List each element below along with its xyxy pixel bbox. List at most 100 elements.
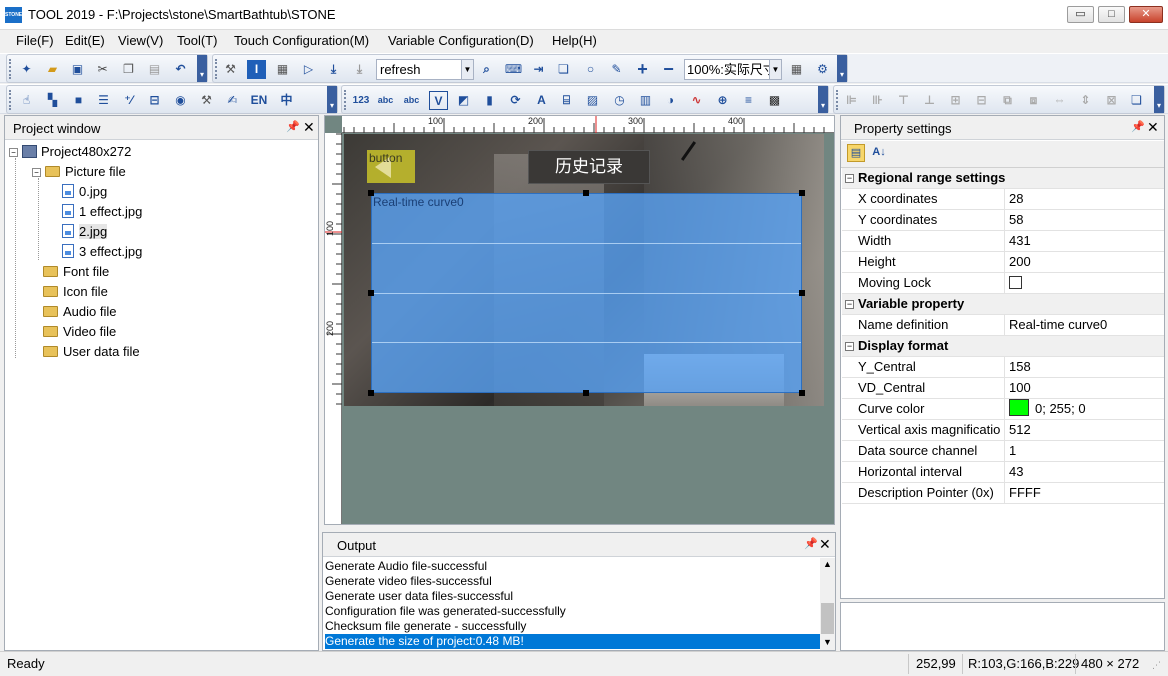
tree-root[interactable]: − Project480x272	[9, 142, 131, 162]
tree-folder[interactable]: Audio file	[43, 302, 116, 322]
zoom-in-icon[interactable]: +	[633, 60, 652, 79]
chevron-down-icon[interactable]: ▼	[461, 60, 473, 79]
resize-handle[interactable]	[368, 290, 374, 296]
gauge-icon[interactable]: ◑	[661, 91, 680, 110]
toolbar-overflow-icon[interactable]: ▾	[197, 55, 207, 82]
curve-icon[interactable]: ∿	[687, 91, 706, 110]
copy-icon[interactable]: ❐	[119, 60, 138, 79]
menu-tool[interactable]: Tool(T)	[177, 33, 217, 48]
wrench-icon[interactable]: ⚒	[197, 91, 216, 110]
tools-icon[interactable]: ⚒	[221, 60, 240, 79]
minimize-button[interactable]: ▭	[1067, 6, 1094, 23]
toolbar-grip[interactable]	[344, 90, 347, 110]
number-display-icon[interactable]: 123	[350, 91, 372, 110]
search-page-icon[interactable]: ⌕	[477, 60, 496, 79]
curve-color-swatch[interactable]	[1009, 399, 1029, 416]
tree-folder[interactable]: User data file	[43, 342, 140, 362]
property-value[interactable]: 431	[1004, 231, 1164, 251]
menu-help[interactable]: Help(H)	[552, 33, 597, 48]
resize-grip-icon[interactable]: ⋰	[1152, 660, 1161, 671]
property-row[interactable]: Horizontal interval 43	[842, 462, 1164, 483]
property-category[interactable]: − Variable property	[842, 294, 1164, 315]
scroll-up-icon[interactable]: ▲	[823, 559, 832, 569]
property-row[interactable]: Height 200	[842, 252, 1164, 273]
chevron-down-icon[interactable]: ▼	[769, 60, 781, 79]
real-time-curve-widget[interactable]: Real-time curve0	[371, 193, 802, 393]
collapse-icon[interactable]: −	[9, 148, 18, 157]
collapse-icon[interactable]: −	[32, 168, 41, 177]
toolbar-grip[interactable]	[9, 59, 12, 79]
resize-handle[interactable]	[799, 290, 805, 296]
tree-file-selected[interactable]: 2.jpg	[62, 222, 108, 242]
open-folder-icon[interactable]: ▰	[43, 60, 62, 79]
resize-handle[interactable]	[583, 390, 589, 396]
property-row[interactable]: Width 431	[842, 231, 1164, 252]
toolbar-grip[interactable]	[9, 90, 12, 110]
save-icon[interactable]: ▣	[68, 60, 87, 79]
rotate-icon[interactable]: ⟳	[506, 91, 525, 110]
tree-folder[interactable]: Icon file	[43, 282, 108, 302]
pin-icon[interactable]: 📌	[286, 120, 300, 133]
keyboard-icon[interactable]: ⌨	[504, 60, 523, 79]
property-value[interactable]: 512	[1004, 420, 1164, 440]
import-icon[interactable]: ⇥	[529, 60, 548, 79]
property-value[interactable]: 0; 255; 0	[1004, 399, 1164, 419]
pointer-icon[interactable]: ☝	[17, 91, 36, 110]
slider-icon[interactable]: ⊟	[145, 91, 164, 110]
tree-file[interactable]: 1 effect.jpg	[62, 202, 142, 222]
windows-icon[interactable]: ❏	[554, 60, 573, 79]
property-row[interactable]: Description Pointer (0x) FFFF	[842, 483, 1164, 504]
property-row[interactable]: Moving Lock	[842, 273, 1164, 294]
alphabetical-sort-icon[interactable]: A↓	[870, 144, 888, 162]
text-input-icon[interactable]: abc	[402, 91, 421, 110]
bullet-list-icon[interactable]: ≡	[739, 91, 758, 110]
clock-icon[interactable]: ◷	[610, 91, 629, 110]
icon-variable-icon[interactable]: ⊕	[713, 91, 732, 110]
property-row[interactable]: X coordinates 28	[842, 189, 1164, 210]
edit-icon[interactable]: ✍	[223, 91, 242, 110]
paste-icon[interactable]: ▤	[145, 60, 164, 79]
resize-handle[interactable]	[368, 390, 374, 396]
calculator-icon[interactable]: ▦	[787, 60, 806, 79]
menu-variable-configuration[interactable]: Variable Configuration(D)	[388, 33, 534, 48]
image-icon[interactable]: ▨	[583, 91, 602, 110]
tree-file[interactable]: 0.jpg	[62, 182, 107, 202]
layers-icon[interactable]: ❏	[1127, 91, 1146, 110]
property-row[interactable]: VD_Central 100	[842, 378, 1164, 399]
property-value[interactable]: Real-time curve0	[1004, 315, 1164, 335]
font-icon[interactable]: A	[532, 91, 551, 110]
increment-icon[interactable]: ⁺⁄	[119, 91, 138, 110]
collapse-icon[interactable]: −	[845, 174, 854, 183]
counter-icon[interactable]: ⌸	[557, 91, 576, 110]
property-value[interactable]: 100	[1004, 378, 1164, 398]
collapse-icon[interactable]: −	[845, 342, 854, 351]
resize-handle[interactable]	[799, 190, 805, 196]
menu-file[interactable]: File(F)	[16, 33, 54, 48]
maximize-button[interactable]: □	[1098, 6, 1125, 23]
toolbar-overflow-icon[interactable]: ▾	[818, 86, 828, 113]
square-icon[interactable]: ■	[69, 91, 88, 110]
property-value[interactable]: FFFF	[1004, 483, 1164, 503]
cut-icon[interactable]: ✂	[93, 60, 112, 79]
settings-icon[interactable]: ⚙	[813, 60, 832, 79]
property-category[interactable]: − Regional range settings	[842, 168, 1164, 189]
dial-icon[interactable]: ▥	[636, 91, 655, 110]
pin-icon[interactable]: 📌	[804, 537, 818, 550]
chart-icon[interactable]: ◩	[454, 91, 473, 110]
tree-folder[interactable]: Video file	[43, 322, 116, 342]
variable-icon[interactable]: V	[429, 91, 448, 110]
resize-handle[interactable]	[799, 390, 805, 396]
pin-icon[interactable]: 📌	[1131, 120, 1145, 133]
refresh-combo[interactable]: refresh ▼	[376, 59, 474, 80]
scrollbar-thumb[interactable]	[821, 603, 834, 634]
scroll-down-icon[interactable]: ▼	[823, 637, 832, 647]
eyedropper-icon[interactable]: ✎	[607, 60, 626, 79]
moving-lock-checkbox[interactable]	[1009, 276, 1022, 289]
grid-icon[interactable]: ▚	[43, 91, 62, 110]
property-value[interactable]: 58	[1004, 210, 1164, 230]
property-row[interactable]: Curve color 0; 255; 0	[842, 399, 1164, 420]
categorized-view-icon[interactable]: ▤	[847, 144, 865, 162]
list-icon[interactable]: ☰	[94, 91, 113, 110]
back-button[interactable]: button	[367, 150, 415, 183]
toolbar-overflow-icon[interactable]: ▾	[837, 55, 847, 82]
